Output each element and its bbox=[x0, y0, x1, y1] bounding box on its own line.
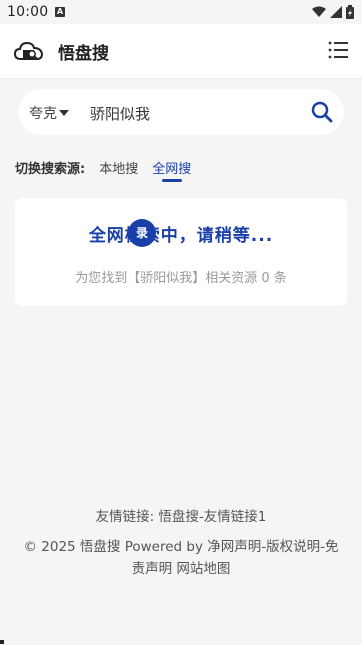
search-box: 夸克 bbox=[18, 89, 344, 135]
wifi-icon bbox=[312, 6, 326, 17]
status-bar: 10:00 A bbox=[0, 0, 362, 24]
source-label: 切换搜索源: bbox=[15, 162, 86, 177]
corner-mark bbox=[0, 640, 4, 644]
signal-icon bbox=[330, 6, 342, 18]
tab-local-search[interactable]: 本地搜 bbox=[99, 158, 138, 177]
loading-spinner: 录 bbox=[128, 219, 156, 247]
status-icons bbox=[312, 5, 354, 19]
loading-status: 全网检索中，请稍等... bbox=[88, 226, 274, 246]
status-time: 10:00 bbox=[7, 4, 49, 20]
source-switcher: 切换搜索源: 本地搜 全网搜 bbox=[15, 158, 191, 182]
result-card: 全网检索中，请稍等... 录 为您找到【骄阳似我】相关资源 0 条 bbox=[15, 198, 347, 306]
site-title[interactable]: 悟盘搜 bbox=[58, 39, 109, 64]
search-icon[interactable] bbox=[310, 100, 334, 124]
app-header: 悟盘搜 bbox=[0, 24, 362, 79]
cloud-search-icon[interactable] bbox=[14, 39, 44, 63]
notification-icon: A bbox=[55, 7, 65, 17]
battery-icon bbox=[346, 5, 354, 19]
tab-web-search[interactable]: 全网搜 bbox=[152, 158, 191, 182]
search-input[interactable] bbox=[88, 101, 302, 125]
engine-select-label: 夸克 bbox=[29, 106, 57, 122]
caret-down-icon bbox=[59, 110, 69, 116]
copyright: © 2025 悟盘搜 Powered by 净网声明-版权说明-免责声明 网站地… bbox=[23, 539, 339, 577]
friend-links[interactable]: 友情链接: 悟盘搜-友情链接1 bbox=[0, 505, 362, 525]
list-menu-icon[interactable] bbox=[328, 41, 348, 59]
result-count: 为您找到【骄阳似我】相关资源 0 条 bbox=[75, 271, 287, 286]
engine-select[interactable]: 夸克 bbox=[29, 103, 69, 123]
